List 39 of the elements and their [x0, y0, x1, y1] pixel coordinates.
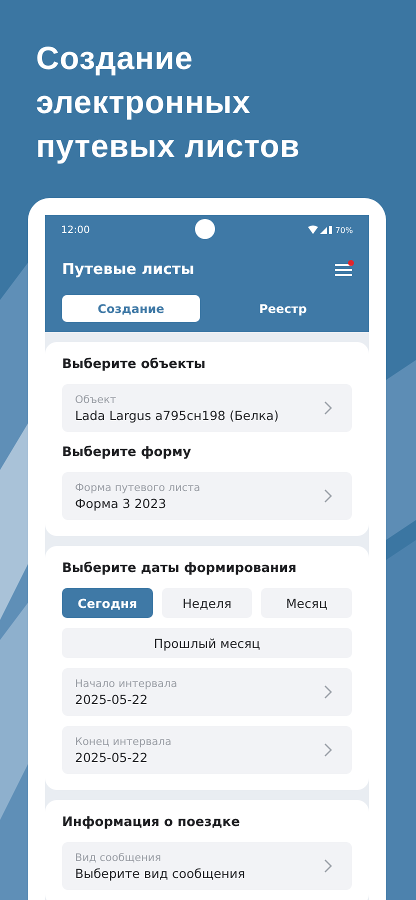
field-label: Объект: [75, 394, 118, 406]
chevron-right-icon: [324, 401, 332, 415]
chevron-right-icon: [324, 743, 332, 757]
camera-icon: [195, 219, 215, 239]
field-value: Выберите вид сообщения: [75, 866, 246, 880]
section-title: Выберите форму: [62, 444, 192, 462]
section-title: Выберите даты формирования: [62, 560, 298, 578]
chevron-right-icon: [324, 859, 332, 873]
period-button[interactable]: Сегодня: [62, 588, 153, 618]
select-field[interactable]: Начало интервала 2025-05-22: [62, 668, 352, 716]
field-label: Вид сообщения: [75, 852, 162, 864]
field-value: Lada Largus а795сн198 (Белка): [75, 408, 279, 422]
field-label: Начало интервала: [75, 678, 178, 690]
field-label: Форма путевого листа: [75, 482, 200, 494]
signal-icon: [308, 225, 332, 235]
select-field[interactable]: Вид сообщения Выберите вид сообщения: [62, 842, 352, 890]
select-field[interactable]: Конец интервала 2025-05-22: [62, 726, 352, 774]
headline-text: Создание: [36, 39, 194, 78]
section-title: Информация о поездке: [62, 814, 241, 832]
menu-icon[interactable]: [333, 260, 355, 278]
select-field[interactable]: Объект Lada Largus а795сн198 (Белка): [62, 384, 352, 432]
screen-title: Путевые листы: [62, 260, 194, 278]
chevron-right-icon: [324, 489, 332, 503]
select-field[interactable]: Форма путевого листа Форма 3 2023: [62, 472, 352, 520]
field-label: Конец интервала: [75, 736, 172, 748]
headline-text: электронных: [36, 83, 252, 122]
section-title: Выберите объекты: [62, 356, 207, 374]
headline-text: путевых листов: [36, 127, 301, 166]
status-time: 12:00: [61, 224, 90, 236]
period-button[interactable]: Прошлый месяц: [62, 628, 352, 658]
period-button[interactable]: Месяц: [261, 588, 352, 618]
battery-level: 70%: [335, 226, 353, 234]
tab[interactable]: Реестр: [214, 295, 352, 322]
field-value: Форма 3 2023: [75, 496, 168, 510]
tab[interactable]: Создание: [62, 295, 200, 322]
chevron-right-icon: [324, 685, 332, 699]
field-value: 2025-05-22: [75, 692, 149, 706]
field-value: 2025-05-22: [75, 750, 149, 764]
period-button[interactable]: Неделя: [162, 588, 252, 618]
